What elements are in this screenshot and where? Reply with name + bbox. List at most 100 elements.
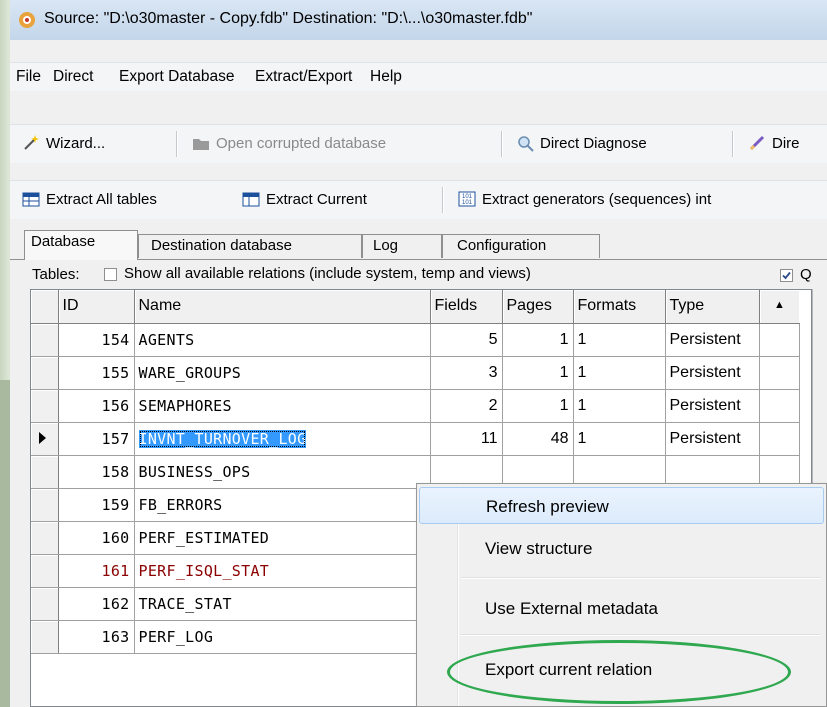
cell-name[interactable]: TRACE_STAT [134, 587, 431, 621]
cell-type[interactable]: Persistent [665, 356, 760, 390]
cell-name-text: FB_ERRORS [138, 495, 223, 514]
cell-formats[interactable]: 1 [573, 323, 666, 357]
cell-filler [759, 389, 800, 423]
extract-generators-button[interactable]: 101 101 Extract generators (sequences) i… [458, 190, 711, 208]
cell-name-text: TRACE_STAT [138, 594, 232, 613]
tab-configuration[interactable]: Configuration [442, 234, 600, 258]
cell-id[interactable]: 158 [58, 455, 135, 489]
direct-tool-button[interactable]: Dire [748, 134, 800, 152]
menu-help[interactable]: Help [370, 68, 402, 86]
cell-name-text: PERF_ISQL_STAT [138, 561, 270, 580]
wizard-label: Wizard... [46, 134, 106, 152]
tab-log[interactable]: Log [362, 234, 442, 258]
table-row[interactable]: 155 WARE_GROUPS 3 1 1 Persistent [31, 356, 800, 390]
cell-type[interactable]: Persistent [665, 323, 760, 357]
indicator-header [31, 290, 59, 324]
cell-pages[interactable]: 1 [502, 389, 574, 423]
cell-id[interactable]: 154 [58, 323, 135, 357]
table-row[interactable]: 156 SEMAPHORES 2 1 1 Persistent [31, 389, 800, 423]
cell-fields[interactable]: 11 [430, 422, 503, 456]
cell-name-text: PERF_LOG [138, 627, 214, 646]
cell-id[interactable]: 161 [58, 554, 135, 588]
cell-name[interactable]: INVNT_TURNOVER_LOG [134, 422, 431, 456]
cell-formats-text: 1 [577, 330, 587, 348]
tab-database[interactable]: Database [24, 230, 138, 260]
diagnose-icon [518, 136, 534, 152]
cell-name[interactable]: AGENTS [134, 323, 431, 357]
cell-name[interactable]: WARE_GROUPS [134, 356, 431, 390]
cell-name-text: AGENTS [138, 330, 195, 349]
menu-file[interactable]: File [16, 68, 41, 86]
row-indicator [31, 323, 59, 357]
app-window: Source: "D:\o30master - Copy.fdb" Destin… [10, 0, 827, 707]
current-row-arrow-icon [39, 432, 46, 445]
show-all-relations-checkbox[interactable] [104, 268, 117, 281]
extract-all-tables-button[interactable]: Extract All tables [22, 190, 157, 208]
column-header-fields[interactable]: Fields [430, 290, 503, 324]
cell-name[interactable]: FB_ERRORS [134, 488, 431, 522]
cell-id-text: 159 [101, 495, 130, 514]
cell-id-text: 155 [101, 363, 130, 382]
cell-id[interactable]: 160 [58, 521, 135, 555]
cell-fields[interactable]: 3 [430, 356, 503, 390]
cell-name[interactable]: BUSINESS_OPS [134, 455, 431, 489]
wizard-button[interactable]: Wizard... [22, 134, 105, 152]
column-header-name[interactable]: Name [134, 290, 431, 324]
cell-id[interactable]: 156 [58, 389, 135, 423]
open-corrupted-database-button[interactable]: Open corrupted database [192, 134, 386, 152]
column-header-formats[interactable]: Formats [573, 290, 666, 324]
extract-current-label: Extract Current [266, 190, 367, 208]
cell-fields[interactable]: 5 [430, 323, 503, 357]
cell-filler [759, 356, 800, 390]
cell-filler [759, 422, 800, 456]
menu-item-refresh-preview[interactable]: Refresh preview [419, 487, 824, 524]
use-external-metadata-label: Use External metadata [485, 599, 658, 618]
table-row[interactable]: 154 AGENTS 5 1 1 Persistent [31, 323, 800, 357]
menu-direct[interactable]: Direct [53, 68, 93, 86]
scroll-up-icon[interactable]: ▲ [774, 299, 785, 311]
cell-formats[interactable]: 1 [573, 422, 666, 456]
cell-name[interactable]: PERF_ISQL_STAT [134, 554, 431, 588]
cell-pages[interactable]: 1 [502, 323, 574, 357]
menu-item-use-external-metadata[interactable]: Use External metadata [419, 590, 824, 627]
cell-formats[interactable]: 1 [573, 356, 666, 390]
cell-pages-text: 1 [559, 396, 569, 414]
cell-formats-text: 1 [577, 396, 587, 414]
cell-id[interactable]: 155 [58, 356, 135, 390]
direct-diagnose-button[interactable]: Direct Diagnose [516, 134, 647, 152]
cell-id[interactable]: 159 [58, 488, 135, 522]
menu-extract-export[interactable]: Extract/Export [255, 68, 352, 86]
cell-id[interactable]: 157 [58, 422, 135, 456]
menu-export-database[interactable]: Export Database [119, 68, 234, 86]
cell-id-text: 158 [101, 462, 130, 481]
cell-pages-text: 1 [559, 363, 569, 381]
row-indicator [31, 587, 59, 621]
cell-id[interactable]: 162 [58, 587, 135, 621]
cell-name[interactable]: PERF_ESTIMATED [134, 521, 431, 555]
cell-id[interactable]: 163 [58, 620, 135, 654]
cell-name-text: PERF_ESTIMATED [138, 528, 270, 547]
column-header-id[interactable]: ID [58, 290, 135, 324]
table-row[interactable]: 157 INVNT_TURNOVER_LOG 11 48 1 Persistent [31, 422, 800, 456]
toolbar-extract: Extract All tables Extract Current 101 1… [10, 180, 827, 219]
cell-pages[interactable]: 1 [502, 356, 574, 390]
column-header-type[interactable]: Type [665, 290, 760, 324]
row-indicator [31, 455, 59, 489]
right-option-checkbox[interactable] [780, 269, 793, 282]
cell-name[interactable]: PERF_LOG [134, 620, 431, 654]
tab-destination-database[interactable]: Destination database [138, 234, 362, 258]
cell-fields[interactable]: 2 [430, 389, 503, 423]
folder-icon [193, 139, 209, 150]
cell-pages[interactable]: 48 [502, 422, 574, 456]
extract-current-button[interactable]: Extract Current [242, 190, 367, 208]
window-title: Source: "D:\o30master - Copy.fdb" Destin… [44, 10, 533, 27]
cell-type-text: Persistent [669, 396, 741, 414]
cell-type[interactable]: Persistent [665, 422, 760, 456]
pen-icon [749, 135, 765, 151]
cell-pages-text: 1 [559, 330, 569, 348]
cell-formats[interactable]: 1 [573, 389, 666, 423]
column-header-pages[interactable]: Pages [502, 290, 574, 324]
cell-type[interactable]: Persistent [665, 389, 760, 423]
menu-item-view-structure[interactable]: View structure [419, 530, 824, 567]
cell-name[interactable]: SEMAPHORES [134, 389, 431, 423]
